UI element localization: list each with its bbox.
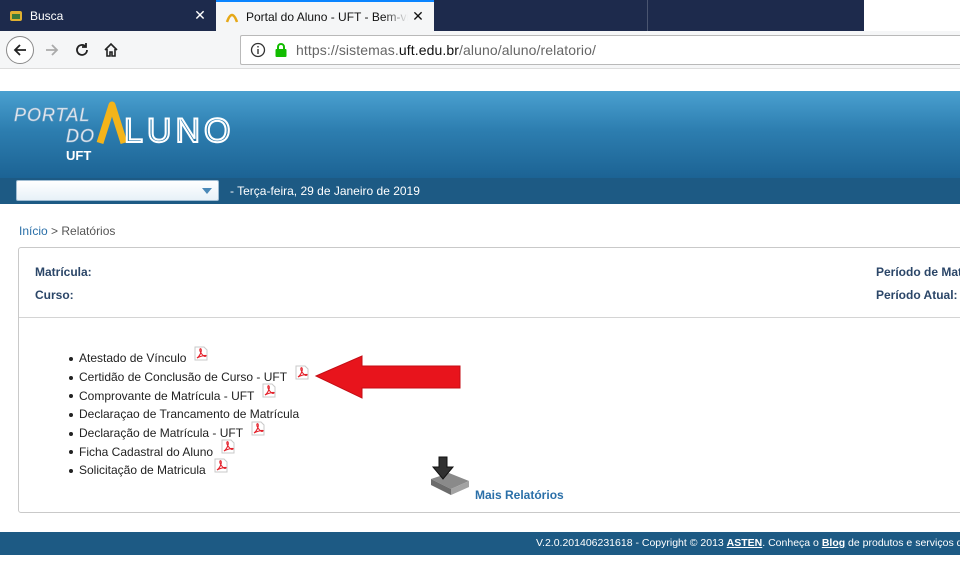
pdf-icon[interactable]	[262, 383, 276, 398]
report-label[interactable]: Declaração de Matrícula - UFT	[79, 426, 243, 440]
report-item-ficha-cadastral[interactable]: Ficha Cadastral do Aluno	[68, 439, 309, 461]
report-label[interactable]: Solicitação de Matricula	[79, 463, 206, 477]
url-bar[interactable]: https://sistemas.uft.edu.br/aluno/aluno/…	[240, 35, 960, 65]
footer-tail: de produtos e serviços d	[845, 537, 960, 549]
portal-aluno-logo[interactable]: PORTAL DO LUNO	[12, 101, 257, 151]
breadcrumb-current: Relatórios	[61, 224, 116, 238]
footer-version: V.2.0.201406231618 - Copyright © 2013	[536, 537, 727, 549]
current-date: - Terça-feira, 29 de Janeiro de 2019	[230, 184, 420, 198]
arrow-left-icon	[13, 44, 26, 56]
red-arrow-annotation	[314, 355, 461, 399]
arrow-right-icon	[46, 44, 59, 56]
reload-button[interactable]	[68, 36, 96, 64]
site-header: PORTAL DO LUNO UFT	[0, 91, 960, 178]
pdf-icon[interactable]	[295, 365, 309, 380]
tab-title: Portal do Aluno - UFT - Bem-vindo	[246, 9, 408, 24]
report-item-comprovante-matricula[interactable]: Comprovante de Matrícula - UFT	[68, 383, 309, 405]
logo-portal-text: PORTAL	[14, 105, 90, 125]
url-text: https://sistemas.uft.edu.br/aluno/aluno/…	[296, 42, 596, 58]
logo-arch-icon	[96, 101, 128, 145]
site-toolbar: - Terça-feira, 29 de Janeiro de 2019	[0, 178, 960, 204]
report-label[interactable]: Ficha Cadastral do Aluno	[79, 445, 213, 459]
panel-divider	[19, 317, 960, 318]
tab-favicon-icon	[10, 10, 22, 21]
browser-tab-bar: Busca ✕ Portal do Aluno - UFT - Bem-vind…	[0, 0, 960, 31]
url-prefix: https://sistemas.	[296, 42, 399, 58]
pdf-icon[interactable]	[221, 439, 235, 454]
browser-spacer	[0, 69, 960, 91]
tabbar-blank-area	[864, 0, 960, 31]
tab-title: Busca	[30, 8, 64, 23]
footer-blog-link[interactable]: Blog	[822, 537, 845, 549]
logo-do-text: DO	[66, 126, 95, 146]
report-label[interactable]: Declaraçao de Trancamento de Matrícula	[79, 407, 299, 421]
tab-empty	[434, 0, 648, 31]
report-item-solicitacao-matricula[interactable]: Solicitação de Matricula	[68, 458, 309, 480]
home-button[interactable]	[97, 36, 125, 64]
pdf-icon[interactable]	[194, 346, 208, 361]
periodo-matricula-label: Período de Matr	[876, 265, 960, 279]
reports-panel: Matrícula: Curso: Período de Matr Períod…	[18, 247, 960, 513]
breadcrumb-home-link[interactable]: Início	[19, 224, 48, 238]
url-path: /aluno/aluno/relatorio/	[459, 42, 596, 58]
curso-label: Curso:	[35, 288, 74, 302]
logo-subtitle: UFT	[66, 148, 92, 163]
footer-asten-link[interactable]: ASTEN	[727, 537, 763, 549]
forward-button[interactable]	[38, 36, 66, 64]
download-icon	[431, 456, 469, 495]
logo-aluno-text: LUNO	[124, 112, 234, 150]
info-icon[interactable]	[250, 42, 266, 58]
tab-close-icon[interactable]: ✕	[408, 8, 428, 25]
reload-icon	[76, 43, 88, 56]
back-button[interactable]	[6, 36, 34, 64]
report-item-atestado-vinculo[interactable]: Atestado de Vínculo	[68, 346, 309, 368]
tab-close-icon[interactable]: ✕	[190, 7, 210, 24]
report-item-declaracao-trancamento[interactable]: Declaraçao de Trancamento de Matrícula	[68, 405, 309, 424]
more-reports-label[interactable]: Mais Relatórios	[475, 488, 564, 502]
report-label[interactable]: Comprovante de Matrícula - UFT	[79, 389, 254, 403]
url-domain: uft.edu.br	[398, 42, 460, 58]
footer-middle: . Conheça o	[762, 537, 822, 549]
report-label[interactable]: Certidão de Conclusão de Curso - UFT	[79, 370, 287, 384]
pdf-icon[interactable]	[214, 458, 228, 473]
breadcrumb: Início > Relatórios	[19, 224, 115, 238]
footer-text: V.2.0.201406231618 - Copyright © 2013 AS…	[536, 537, 960, 549]
lock-icon	[275, 43, 287, 57]
home-icon	[104, 42, 118, 57]
tab-portal-aluno[interactable]: Portal do Aluno - UFT - Bem-vindo ✕	[216, 0, 434, 31]
site-footer: V.2.0.201406231618 - Copyright © 2013 AS…	[0, 532, 960, 555]
more-reports-link[interactable]: Mais Relatórios	[425, 453, 585, 503]
pdf-icon[interactable]	[251, 421, 265, 436]
tab-favicon-icon	[225, 13, 239, 22]
tab-busca[interactable]: Busca ✕	[0, 0, 216, 31]
report-list: Atestado de Vínculo Certidão de Conclusã…	[68, 346, 309, 480]
chevron-down-icon	[202, 188, 212, 194]
profile-select[interactable]	[16, 180, 219, 201]
browser-nav-bar: https://sistemas.uft.edu.br/aluno/aluno/…	[0, 31, 960, 69]
report-item-declaracao-matricula[interactable]: Declaração de Matrícula - UFT	[68, 421, 309, 443]
matricula-label: Matrícula:	[35, 265, 92, 279]
breadcrumb-separator: >	[47, 224, 62, 238]
periodo-atual-label: Período Atual:	[876, 288, 958, 302]
report-label[interactable]: Atestado de Vínculo	[79, 351, 186, 365]
bottom-blank-strip	[0, 555, 960, 576]
